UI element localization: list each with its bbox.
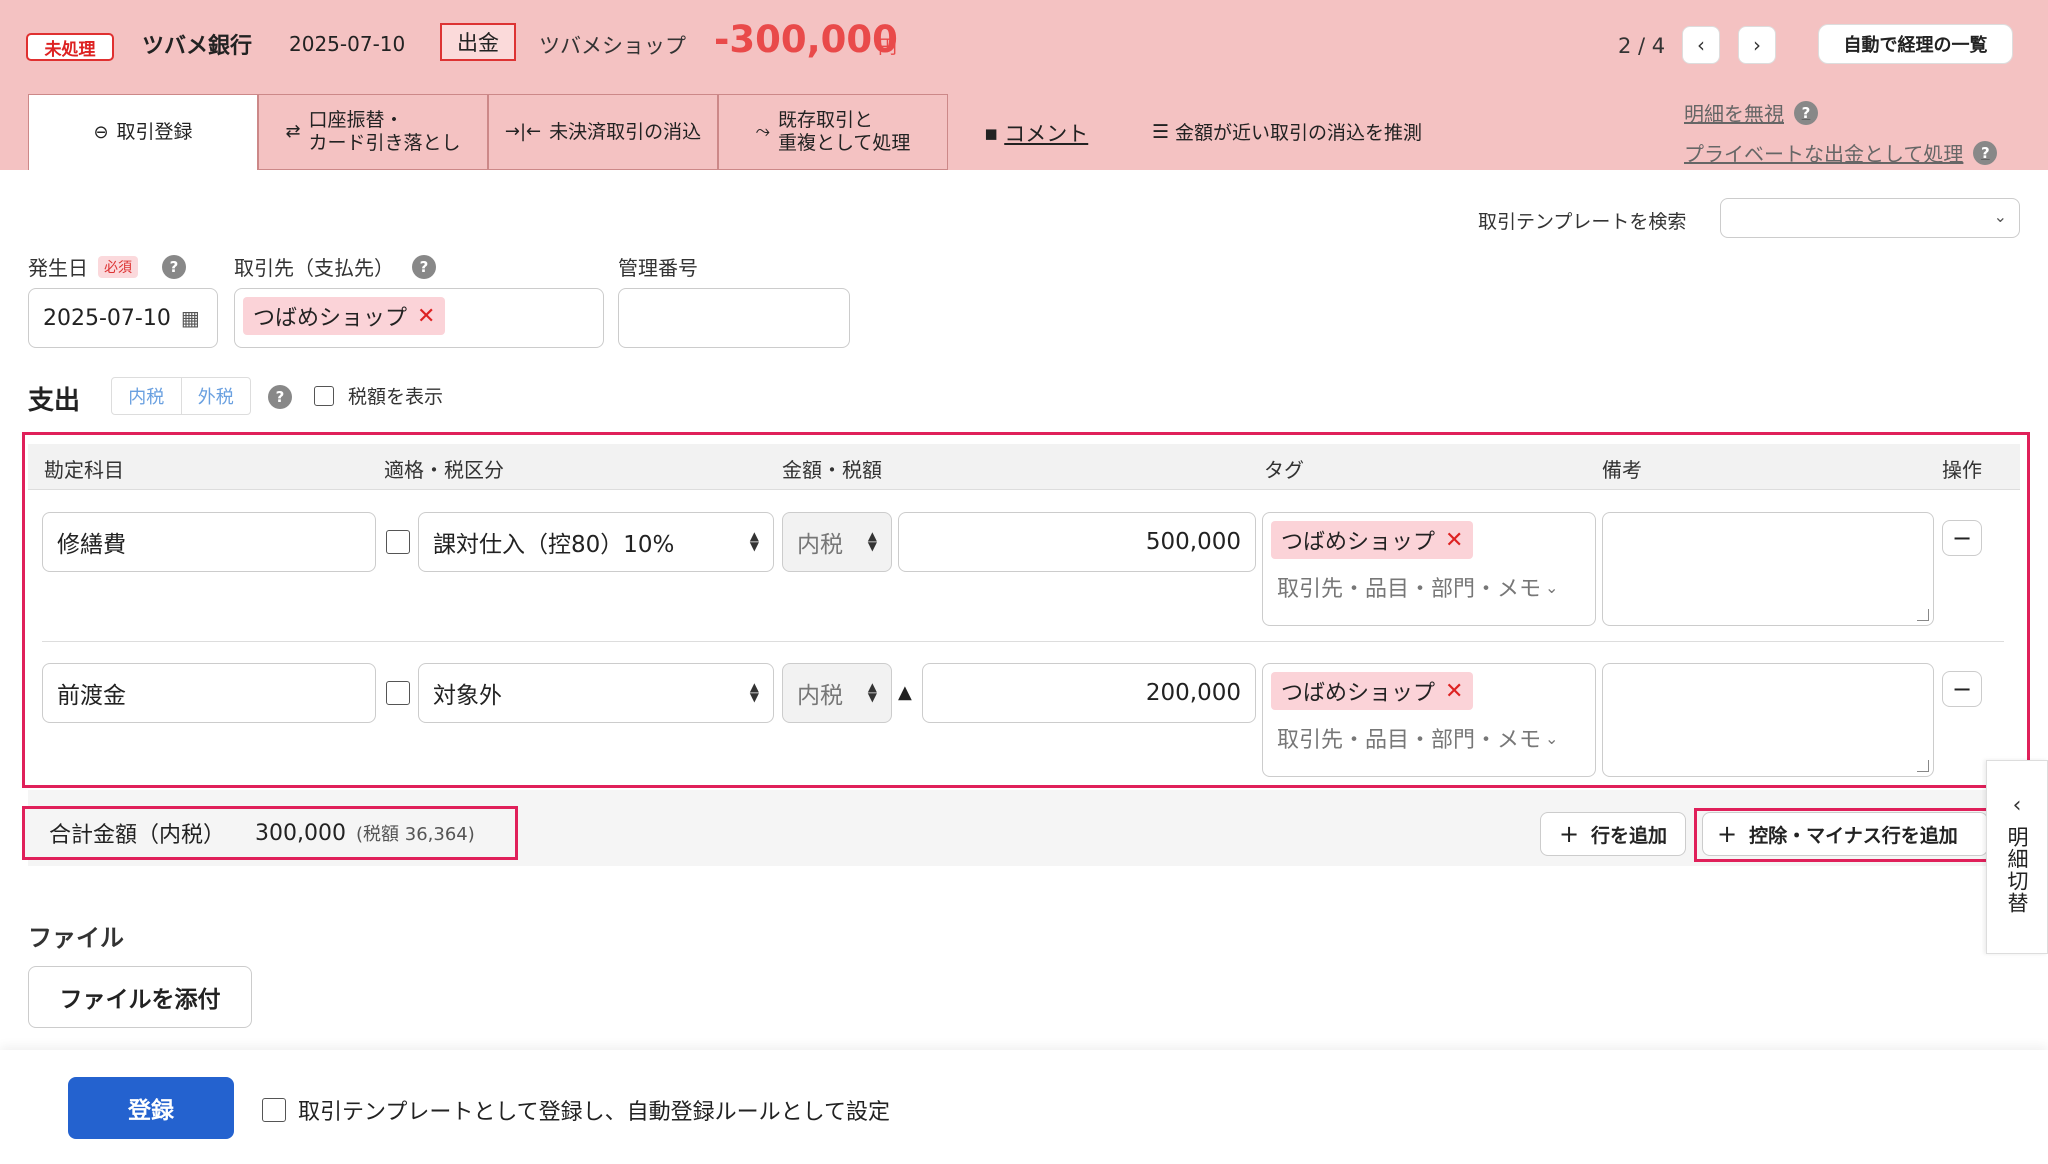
transfer-icon: ⇄: [285, 121, 301, 143]
tab-register[interactable]: ⊖ 取引登録: [28, 94, 258, 170]
register-button[interactable]: 登録: [68, 1077, 234, 1139]
prev-button[interactable]: ‹: [1682, 26, 1720, 64]
tab-label-line2: カード引き落とし: [308, 132, 461, 154]
transaction-date: 2025-07-10: [289, 32, 406, 56]
partner-tag: つばめショップ ✕: [243, 297, 446, 335]
comment-link[interactable]: ▪ コメント: [984, 118, 1088, 148]
partner-label: 取引先（支払先）: [234, 256, 394, 280]
detail-switch-tab[interactable]: ‹ 明細切替: [1986, 760, 2048, 954]
infer-clearing-link[interactable]: ☰ 金額が近い取引の消込を推測: [1152, 118, 1422, 145]
tab-label-line1: 口座振替・: [308, 109, 404, 132]
tax-included-option[interactable]: 内税: [112, 378, 181, 414]
expense-title: 支出: [28, 386, 81, 416]
tax-excluded-option[interactable]: 外税: [180, 378, 251, 414]
help-icon[interactable]: ?: [1973, 140, 1998, 165]
tab-clear-unsettled[interactable]: →|← 未決済取引の消込: [488, 94, 718, 170]
bank-name: ツバメ銀行: [142, 34, 253, 59]
minus-circle-icon: ⊖: [93, 121, 109, 143]
template-search-select[interactable]: ⌄: [1720, 198, 2020, 238]
highlight-frame: [1694, 808, 2036, 862]
tab-label: 取引登録: [116, 121, 193, 144]
ignore-label: 明細を無視: [1684, 102, 1784, 126]
plus-icon: +: [1558, 820, 1580, 848]
help-icon[interactable]: ?: [162, 254, 186, 279]
remove-tag-icon[interactable]: ✕: [417, 304, 435, 329]
auto-list-button[interactable]: 自動で経理の一覧: [1818, 24, 2013, 64]
detail-switch-label: 明細切替: [2005, 826, 2029, 914]
private-withdrawal-link[interactable]: プライベートな出金として処理 ?: [1684, 138, 1998, 167]
calendar-icon[interactable]: ▦: [181, 306, 200, 330]
total-label: 合計金額（内税）: [49, 823, 226, 848]
partner-tag-label: つばめショップ: [253, 306, 408, 331]
transaction-amount: -300,000: [714, 18, 898, 61]
total-amount: 300,000: [255, 820, 346, 846]
tab-label: 未決済取引の消込: [549, 120, 702, 143]
pager-text: 2 / 4: [1618, 34, 1666, 58]
date-value: 2025-07-10: [43, 305, 171, 331]
chevron-left-icon: ‹: [1697, 33, 1705, 57]
tab-transfer[interactable]: ⇄ 口座振替・ カード引き落とし: [258, 94, 488, 170]
template-rule-option[interactable]: 取引テンプレートとして登録し、自動登録ルールとして設定: [262, 1094, 890, 1126]
total-amount-box: 合計金額（内税） 300,000 (税額 36,364): [22, 806, 518, 860]
partner-label-group: 取引先（支払先） ?: [234, 252, 436, 281]
mgmt-number-input[interactable]: [618, 288, 850, 348]
ignore-detail-link[interactable]: 明細を無視 ?: [1684, 98, 1818, 127]
chevron-right-icon: ›: [1753, 33, 1761, 57]
file-section-title: ファイル: [28, 924, 124, 952]
help-icon[interactable]: ?: [268, 385, 292, 409]
shop-name: ツバメショップ: [539, 34, 686, 58]
partner-input[interactable]: つばめショップ ✕: [234, 288, 604, 348]
help-icon[interactable]: ?: [1794, 100, 1818, 125]
tab-label-line2: 重複として処理: [777, 132, 911, 154]
currency-label: 円: [878, 36, 898, 58]
list-check-icon: ☰: [1152, 120, 1170, 143]
infer-label: 金額が近い取引の消込を推測: [1175, 122, 1423, 144]
merge-icon: →|←: [504, 121, 542, 143]
date-label: 発生日: [28, 256, 88, 280]
duplicate-icon: ⤳: [755, 121, 770, 143]
show-tax-checkbox[interactable]: [314, 385, 334, 406]
tab-label-line1: 既存取引と: [777, 109, 873, 132]
show-tax-label: 税額を表示: [348, 386, 444, 408]
type-badge: 出金: [440, 23, 516, 61]
template-rule-label: 取引テンプレートとして登録し、自動登録ルールとして設定: [298, 1100, 891, 1125]
comment-label: コメント: [1004, 122, 1089, 146]
date-input[interactable]: 2025-07-10 ▦: [28, 288, 218, 348]
next-button[interactable]: ›: [1738, 26, 1776, 64]
mgmt-label: 管理番号: [618, 256, 698, 280]
template-rule-checkbox[interactable]: [262, 1098, 286, 1122]
template-search-label: 取引テンプレートを検索: [1478, 211, 1687, 233]
chevron-left-icon: ‹: [2012, 793, 2022, 818]
status-badge: 未処理: [26, 33, 114, 61]
show-tax-option[interactable]: 税額を表示: [314, 382, 443, 409]
date-label-group: 発生日 必須 ?: [28, 252, 186, 281]
attach-file-button[interactable]: ファイルを添付: [28, 966, 252, 1028]
total-tax: (税額 36,364): [356, 824, 475, 845]
required-badge: 必須: [98, 255, 138, 278]
add-row-button[interactable]: + 行を追加: [1540, 812, 1686, 856]
chevron-down-icon: ⌄: [1993, 207, 2007, 226]
highlight-frame: [22, 432, 2030, 788]
private-label: プライベートな出金として処理: [1684, 142, 1964, 166]
help-icon[interactable]: ?: [412, 254, 436, 279]
tab-duplicate[interactable]: ⤳ 既存取引と 重複として処理: [718, 94, 948, 170]
comment-icon: ▪: [984, 121, 999, 145]
tax-mode-toggle[interactable]: 内税 外税: [111, 377, 251, 415]
add-row-label: 行を追加: [1591, 824, 1668, 847]
